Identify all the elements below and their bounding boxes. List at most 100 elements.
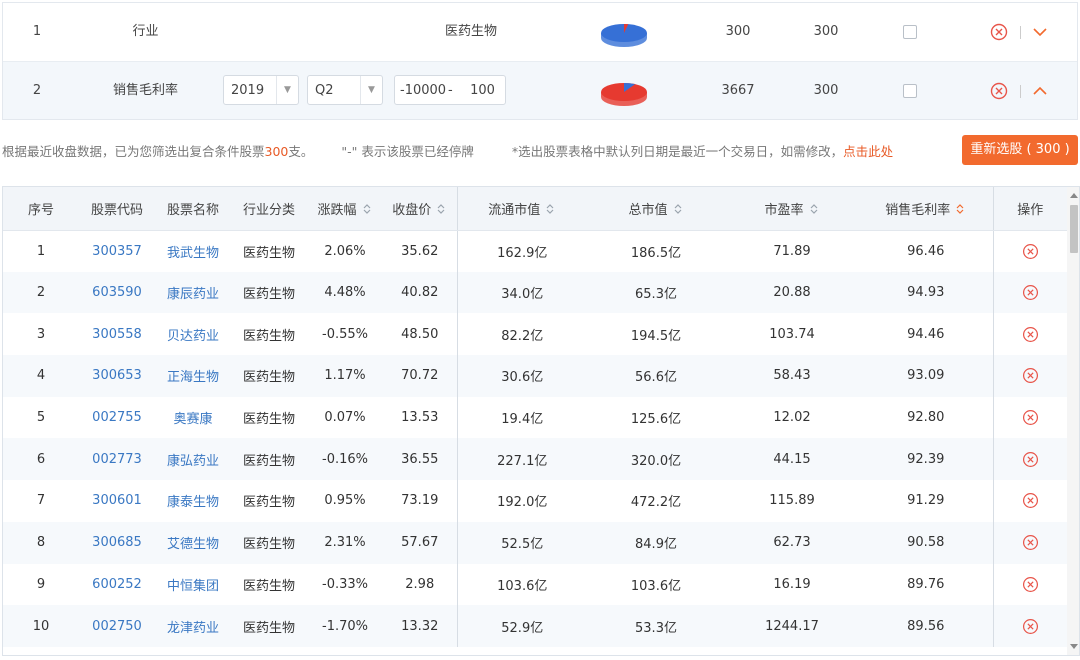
close-circle-icon[interactable] xyxy=(990,23,1008,41)
table-row: 10 002750 龙津药业 医药生物 -1.70% 13.32 52.9亿 53.3亿 124… xyxy=(3,605,1067,647)
cell-change: 0.95% xyxy=(324,493,366,509)
remove-row-icon[interactable] xyxy=(1022,326,1039,343)
range-min-input[interactable]: -10000 xyxy=(400,83,448,98)
stock-code-link[interactable]: 300653 xyxy=(79,355,155,397)
cell-float-cap: 162.9亿 xyxy=(456,230,587,272)
cell-total-cap: 320.0亿 xyxy=(587,438,725,481)
stock-name-link[interactable]: 我武生物 xyxy=(155,230,231,272)
stock-name-link[interactable]: 艾德生物 xyxy=(155,521,231,564)
range-input[interactable]: -10000 - 100 xyxy=(394,75,506,105)
cell-close: 36.55 xyxy=(383,438,457,481)
cell-industry: 医药生物 xyxy=(242,328,295,344)
stock-name-link[interactable]: 康弘药业 xyxy=(155,438,231,481)
stock-name-link[interactable]: 龙津药业 xyxy=(155,605,231,647)
cell-total-cap: 56.6亿 xyxy=(587,355,725,397)
stock-code-link[interactable]: 002773 xyxy=(79,438,155,481)
condition-checkbox[interactable] xyxy=(903,84,917,98)
chevron-up-icon[interactable] xyxy=(1032,84,1048,98)
cell-change: -0.16% xyxy=(307,438,383,481)
close-circle-icon[interactable] xyxy=(990,82,1008,100)
stock-name-link[interactable]: 中恒集团 xyxy=(155,564,231,606)
scroll-up-arrow-icon[interactable] xyxy=(1070,193,1078,198)
column-header-label: 市盈率 xyxy=(764,202,804,218)
year-select[interactable]: 2019 ▼ xyxy=(223,75,299,105)
condition-stock-count: 300 xyxy=(725,24,751,39)
remove-row-icon[interactable] xyxy=(1022,451,1039,468)
table-row: 4 300653 正海生物 医药生物 1.17% 70.72 30.6亿 56.6亿 58.43… xyxy=(3,355,1067,397)
column-header-close[interactable]: 收盘价 xyxy=(383,187,457,231)
cell-gross-margin: 94.46 xyxy=(907,326,945,342)
sort-icon xyxy=(363,203,370,214)
cell-change: 0.07% xyxy=(324,410,366,426)
remove-row-icon[interactable] xyxy=(1022,492,1039,509)
cell-close: 73.19 xyxy=(401,493,439,509)
column-header-pe[interactable]: 市盈率 xyxy=(725,187,859,231)
cell-close: 48.50 xyxy=(401,326,439,342)
cell-float-cap: 52.9亿 xyxy=(456,605,587,647)
scrollbar-thumb[interactable] xyxy=(1070,205,1078,253)
stock-name-link[interactable]: 康辰药业 xyxy=(155,271,231,314)
stock-name-link[interactable]: 康泰生物 xyxy=(155,480,231,522)
remove-row-icon[interactable] xyxy=(1022,534,1039,551)
vertical-scrollbar[interactable] xyxy=(1067,187,1079,655)
cell-gross-margin: 89.56 xyxy=(859,605,993,647)
condition-pie-chart xyxy=(601,83,647,106)
cell-index: 1 xyxy=(36,243,46,259)
cell-float-cap: 19.4亿 xyxy=(456,396,587,439)
cell-total-cap: 125.6亿 xyxy=(630,412,682,428)
condition-pie-chart xyxy=(601,24,647,47)
stock-code-link[interactable]: 002755 xyxy=(79,397,155,439)
range-separator: - xyxy=(448,82,453,98)
stock-code-link[interactable]: 600252 xyxy=(79,564,155,606)
cell-index: 3 xyxy=(36,326,46,342)
remove-row-icon[interactable] xyxy=(1022,367,1039,384)
cell-close: 13.53 xyxy=(401,410,439,426)
stock-code-link[interactable]: 300601 xyxy=(79,480,155,522)
stock-code-link[interactable]: 300357 xyxy=(79,230,155,272)
date-modify-link[interactable]: 点击此处 xyxy=(843,144,893,159)
column-header-change[interactable]: 涨跌幅 xyxy=(307,187,383,231)
stock-code-link[interactable]: 603590 xyxy=(79,271,155,314)
cell-industry: 医药生物 xyxy=(231,521,307,564)
column-header-code: 股票代码 xyxy=(79,187,155,231)
scroll-down-arrow-icon[interactable] xyxy=(1070,644,1078,649)
stock-name-link[interactable]: 贝达药业 xyxy=(155,313,231,355)
cell-close: 13.32 xyxy=(383,605,457,647)
stock-code-link[interactable]: 300558 xyxy=(79,313,155,355)
cell-change: 1.17% xyxy=(307,355,383,397)
cell-close: 2.98 xyxy=(405,576,435,592)
condition-checkbox[interactable] xyxy=(903,25,917,39)
cell-industry: 医药生物 xyxy=(242,412,295,428)
column-header-label: 收盘价 xyxy=(392,202,432,218)
reselect-button[interactable]: 重新选股 ( 300 ) xyxy=(962,135,1078,165)
condition-name: 行业 xyxy=(132,24,159,39)
remove-row-icon[interactable] xyxy=(1022,576,1039,593)
column-header-label: 销售毛利率 xyxy=(885,202,951,218)
stock-code-link[interactable]: 300685 xyxy=(79,521,155,564)
table-row: 1 300357 我武生物 医药生物 2.06% 35.62 162.9亿 186.5亿 71.… xyxy=(3,230,1067,272)
column-header-gross-margin[interactable]: 销售毛利率 xyxy=(859,187,993,231)
cell-gross-margin: 91.29 xyxy=(907,493,945,509)
range-max-input[interactable]: 100 xyxy=(460,83,505,98)
column-header-total-cap[interactable]: 总市值 xyxy=(587,187,725,231)
summary-suffix: 支。 xyxy=(288,144,314,159)
cell-change: -0.33% xyxy=(322,576,368,592)
quarter-select[interactable]: Q2 ▼ xyxy=(307,75,383,105)
remove-row-icon[interactable] xyxy=(1022,284,1039,301)
remove-row-icon[interactable] xyxy=(1022,409,1039,426)
column-header-label: 涨跌幅 xyxy=(317,202,357,218)
chevron-down-icon[interactable] xyxy=(1032,25,1048,39)
cell-gross-margin: 89.76 xyxy=(907,576,945,592)
condition-name: 销售毛利率 xyxy=(112,83,178,98)
cell-industry: 医药生物 xyxy=(231,271,307,314)
cell-industry: 医药生物 xyxy=(242,578,295,594)
cell-float-cap: 103.6亿 xyxy=(456,563,587,606)
stock-name-link[interactable]: 奥赛康 xyxy=(155,397,231,439)
stock-name-link[interactable]: 正海生物 xyxy=(155,355,231,397)
stock-code-link[interactable]: 002750 xyxy=(79,605,155,647)
table-row: 9 600252 中恒集团 医药生物 -0.33% 2.98 103.6亿 103.6亿 16.… xyxy=(3,563,1067,606)
remove-row-icon[interactable] xyxy=(1022,618,1039,635)
column-header-float-cap[interactable]: 流通市值 xyxy=(456,187,587,231)
cell-action xyxy=(992,605,1067,647)
remove-row-icon[interactable] xyxy=(1022,243,1039,260)
